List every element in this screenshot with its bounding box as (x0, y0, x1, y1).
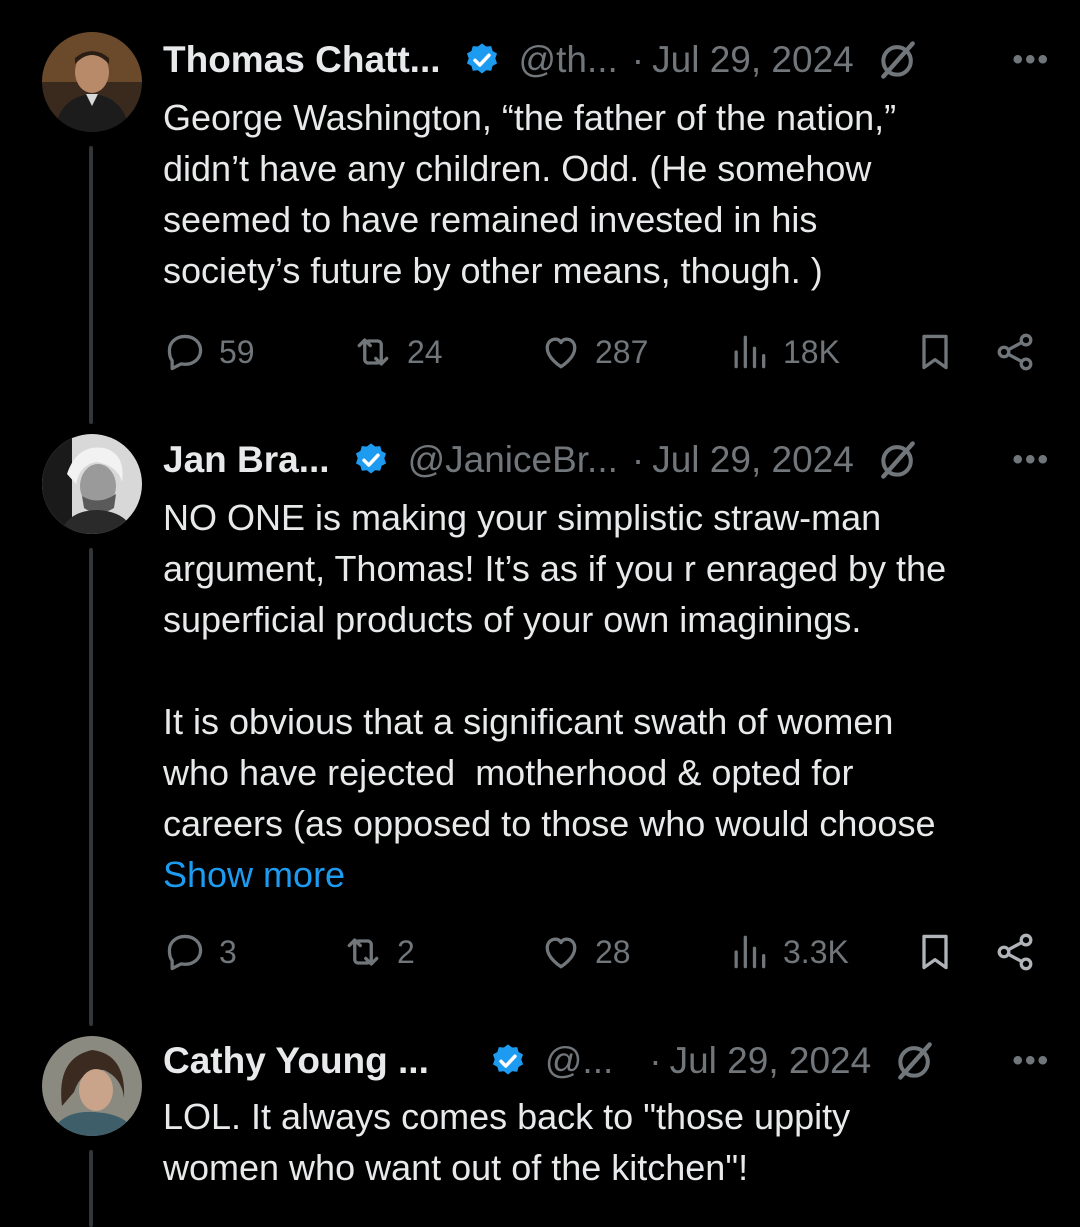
share-icon (997, 933, 1033, 971)
share-button[interactable] (993, 927, 1037, 977)
thread-line (89, 548, 93, 1026)
reply-icon (167, 934, 203, 971)
repost-icon (347, 938, 379, 966)
separator-dot: · (631, 39, 645, 80)
grok-icon[interactable] (876, 38, 920, 82)
bookmark-button[interactable] (913, 927, 957, 977)
more-options-icon[interactable]: ••• (1012, 1044, 1050, 1078)
author-handle[interactable]: @... (545, 1040, 613, 1082)
like-count: 287 (595, 333, 649, 370)
verified-badge-icon (355, 443, 386, 474)
views-icon (734, 335, 766, 369)
bookmark-button[interactable] (913, 327, 957, 377)
bookmark-icon (922, 934, 948, 970)
tweet-actions: 3 2 28 3.3K (163, 927, 1050, 977)
tweet-header: Thomas Chatt... @th... · Jul 29, 2024 ••… (163, 32, 1050, 88)
author-name[interactable]: Cathy Young ... (163, 1040, 429, 1082)
repost-count: 2 (397, 933, 415, 970)
views-count: 18K (783, 333, 840, 370)
tweet-header: Jan Bra... @JaniceBr... · Jul 29, 2024 •… (163, 432, 1050, 488)
tweet-actions: 59 24 287 18K (163, 327, 1050, 377)
grok-icon[interactable] (893, 1039, 937, 1083)
verified-badge-icon (492, 1044, 523, 1075)
avatar[interactable] (42, 32, 142, 132)
repost-button[interactable]: 2 (341, 927, 415, 977)
tweet-text: LOL. It always comes back to "those uppi… (163, 1096, 851, 1188)
heart-icon (545, 937, 577, 969)
more-options-icon[interactable]: ••• (1012, 43, 1050, 77)
repost-count: 24 (407, 333, 443, 370)
verified-badge-icon (466, 43, 497, 74)
author-name[interactable]: Jan Bra... (163, 439, 330, 481)
like-button[interactable]: 287 (539, 327, 648, 377)
separator-dot: · (649, 1040, 662, 1081)
tweet-date[interactable]: Jul 29, 2024 (652, 39, 854, 81)
tweet-date[interactable]: Jul 29, 2024 (670, 1040, 872, 1082)
tweet-date[interactable]: Jul 29, 2024 (652, 439, 854, 481)
share-button[interactable] (993, 327, 1037, 377)
repost-icon (357, 338, 389, 366)
repost-button[interactable]: 24 (351, 327, 443, 377)
views-button[interactable]: 3.3K (727, 927, 849, 977)
reply-button[interactable]: 3 (163, 927, 237, 977)
show-more-link[interactable]: Show more (163, 849, 1040, 900)
like-button[interactable]: 28 (539, 927, 631, 977)
reply-icon (167, 334, 203, 371)
share-icon (997, 333, 1033, 371)
views-button[interactable]: 18K (727, 327, 840, 377)
separator-dot: · (631, 439, 645, 480)
like-count: 28 (595, 933, 631, 970)
author-name[interactable]: Thomas Chatt... (163, 39, 441, 81)
views-icon (734, 935, 766, 969)
bookmark-icon (922, 334, 948, 370)
thread-line (89, 146, 93, 424)
tweet-text-content: NO ONE is making your simplistic straw-m… (163, 497, 947, 844)
tweet-text: George Washington, “the father of the na… (163, 97, 897, 291)
reply-count: 59 (219, 333, 255, 370)
thread-line (89, 1150, 93, 1227)
grok-icon[interactable] (876, 438, 920, 482)
tweet-header: Cathy Young ... @... · Jul 29, 2024 ••• (163, 1033, 1050, 1089)
avatar[interactable] (42, 1036, 142, 1136)
avatar[interactable] (42, 434, 142, 534)
reply-button[interactable]: 59 (163, 327, 255, 377)
author-handle[interactable]: @th... (519, 39, 618, 81)
author-handle[interactable]: @JaniceBr... (408, 439, 618, 481)
tweet-text: NO ONE is making your simplistic straw-m… (163, 492, 1040, 900)
more-options-icon[interactable]: ••• (1012, 443, 1050, 477)
views-count: 3.3K (783, 933, 849, 970)
heart-icon (545, 337, 577, 369)
reply-count: 3 (219, 933, 237, 970)
